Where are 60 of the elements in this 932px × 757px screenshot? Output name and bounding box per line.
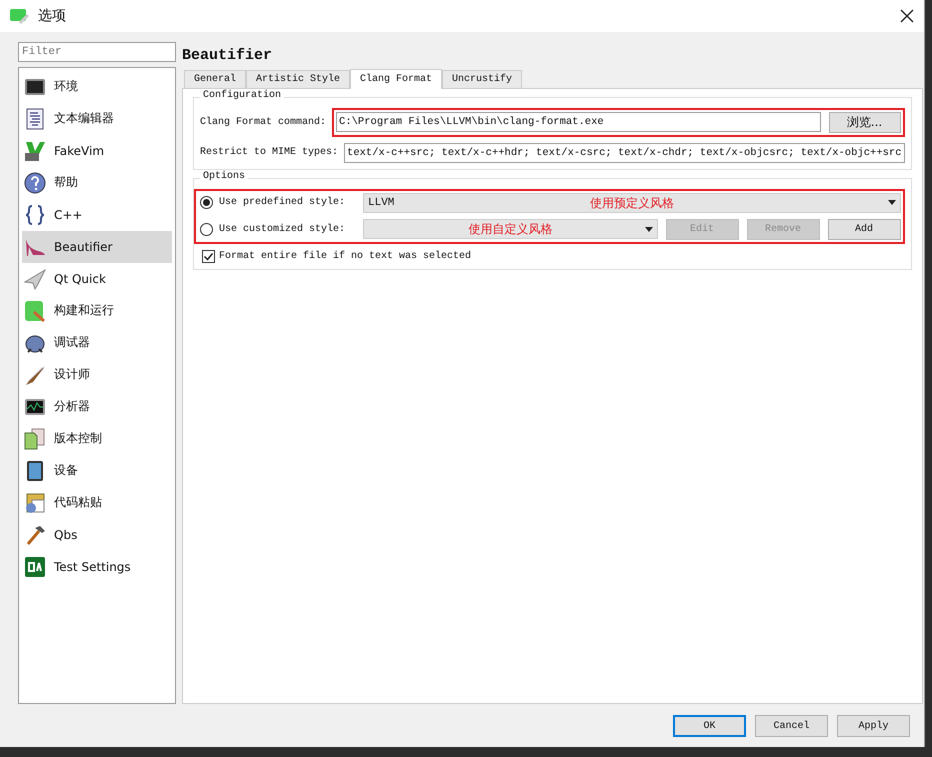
sidebar-item[interactable]: 代码粘贴	[22, 486, 172, 519]
window-title: 选项	[38, 7, 66, 25]
radio-button[interactable]	[200, 222, 213, 236]
sidebar-item[interactable]: 设备	[22, 454, 172, 487]
clipboard-icon	[24, 492, 46, 514]
tab[interactable]: Uncrustify	[442, 70, 522, 88]
browse-button[interactable]: 浏览...	[828, 112, 901, 133]
sidebar-item[interactable]: Test Settings	[22, 550, 172, 583]
sidebar-item[interactable]: 文本编辑器	[22, 102, 172, 135]
braces-icon	[24, 204, 46, 226]
option-label: Use predefined style:	[219, 197, 346, 208]
dropdown-arrow-icon	[888, 200, 896, 206]
style-dropdown[interactable]: LLVM 使用预定义风格	[363, 192, 901, 213]
document-icon	[24, 108, 46, 130]
help-icon	[24, 172, 46, 194]
radio-button[interactable]	[200, 196, 213, 210]
sidebar-item[interactable]: 帮助	[22, 166, 172, 199]
sidebar-item[interactable]: 分析器	[22, 390, 172, 423]
style-button[interactable]: Add	[828, 218, 901, 240]
sidebar-item[interactable]: 调试器	[22, 326, 172, 359]
close-icon[interactable]	[900, 9, 914, 23]
field-label: Clang Format command:	[200, 116, 326, 128]
filter-field[interactable]: Filter	[18, 42, 176, 62]
checkbox[interactable]	[202, 250, 215, 263]
sidebar-item[interactable]: C++	[22, 198, 172, 231]
checkbox-label: Format entire file if no text was selected	[219, 250, 472, 262]
command-field[interactable]: C:\Program Files\LLVM\bin\clang-format.exe	[336, 112, 821, 132]
build-icon	[24, 300, 46, 322]
app-logo-icon	[10, 8, 30, 24]
sidebar-item[interactable]: Qbs	[22, 518, 172, 551]
sidebar-item[interactable]: Beautifier	[22, 230, 172, 263]
field-label: Restrict to MIME types:	[200, 147, 338, 158]
style-dropdown[interactable]: 使用自定义风格	[363, 219, 658, 240]
annotation-text: 使用预定义风格	[590, 194, 674, 212]
sidebar-item[interactable]: FakeVim	[22, 134, 172, 167]
tablet-icon	[24, 460, 46, 482]
annotation-text: 使用自定义风格	[468, 221, 552, 238]
dialog-button[interactable]: OK	[673, 715, 746, 737]
mime-types-field[interactable]: text/x-c++src; text/x-c++hdr; text/x-csrc; text/x-chdr; text/x-objcsrc; text/x-objc++src	[344, 142, 905, 163]
hammer-icon	[24, 524, 46, 546]
sidebar-item[interactable]: 设计师	[22, 358, 172, 391]
dialog-button[interactable]: Cancel	[755, 715, 828, 737]
page-title: Beautifier	[182, 46, 274, 66]
tab[interactable]: General	[184, 70, 246, 88]
dialog-button[interactable]: Apply	[837, 715, 910, 737]
sidebar-item[interactable]: 构建和运行	[22, 294, 172, 327]
sidebar-item[interactable]: 版本控制	[22, 422, 172, 455]
sidebar-item[interactable]: Qt Quick	[22, 262, 172, 295]
sidebar-item[interactable]: 环境	[22, 70, 172, 103]
dropdown-arrow-icon	[644, 226, 653, 232]
brush-icon	[24, 364, 46, 386]
documents-icon	[24, 428, 46, 450]
option-label: Use customized style:	[219, 224, 346, 235]
tab[interactable]: Artistic Style	[246, 70, 350, 88]
paper-plane-icon	[24, 268, 46, 290]
group-title: Configuration	[200, 90, 284, 101]
group-title: Options	[200, 170, 248, 182]
qa-icon	[24, 556, 46, 578]
vim-icon	[24, 140, 46, 162]
tab[interactable]: Clang Format	[350, 68, 442, 89]
